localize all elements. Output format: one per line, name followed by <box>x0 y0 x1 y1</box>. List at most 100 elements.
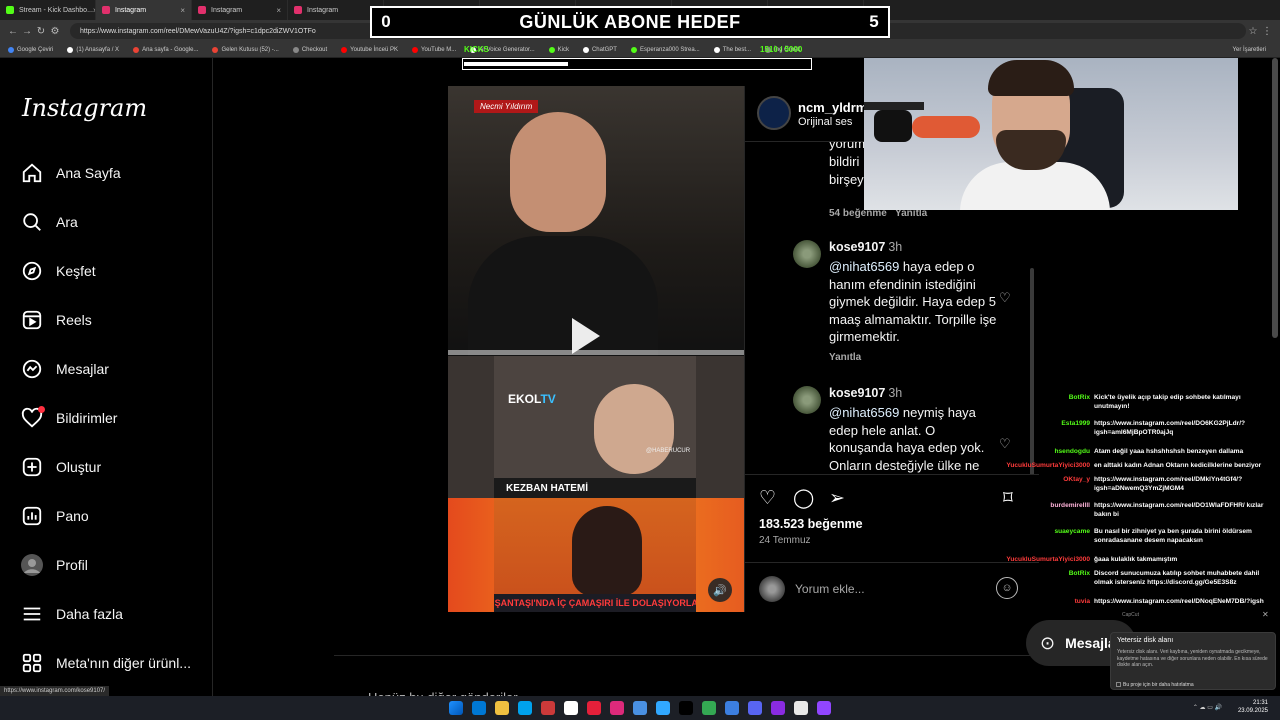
browser-tab[interactable]: Instagram × <box>96 0 192 20</box>
chat-username[interactable]: tuvia <box>990 598 1090 607</box>
sidebar-item-dashboard[interactable]: Pano <box>20 501 205 531</box>
comment-mention[interactable]: @nihat6569 <box>829 405 899 420</box>
windows-taskbar: ⌃ ☁ ▭ 🔊 21:31 23.09.2025 <box>0 696 1280 720</box>
video-name-badge: Necmi Yıldırım <box>474 100 539 113</box>
chat-text: https://www.instagram.com/reel/DO1WIaFDF… <box>1094 502 1264 518</box>
chat-text: https://www.instagram.com/reel/DNoqENeM7… <box>1094 598 1264 605</box>
author-username[interactable]: ncm_yldrm <box>798 100 867 115</box>
comment-avatar[interactable] <box>793 386 821 414</box>
play-icon[interactable] <box>572 318 600 354</box>
like-icon[interactable]: ♡ <box>759 487 776 510</box>
volume-icon[interactable]: 🔊 <box>708 578 732 602</box>
stream-chat-overlay: BotRix Kick'te üyelik açıp takip edip soh… <box>990 394 1280 626</box>
taskbar-app-icon[interactable] <box>771 701 785 715</box>
bookmark-item[interactable]: (1) Anasayfa / X <box>67 46 119 53</box>
sidebar-item-meta[interactable]: Meta'nın diğer ürünl... <box>20 648 205 678</box>
browser-tab[interactable]: Instagram × <box>192 0 288 20</box>
sidebar-item-notifications[interactable]: Bildirimler <box>20 403 205 433</box>
comment-avatar[interactable] <box>793 240 821 268</box>
star-icon[interactable]: ☆ <box>1246 26 1260 37</box>
chat-username[interactable]: YucukluSumurtaYiyici3000 <box>990 556 1090 565</box>
taskbar-app-icon[interactable] <box>633 701 647 715</box>
chat-username[interactable]: OKtay_y <box>990 476 1090 485</box>
start-icon[interactable] <box>449 701 463 715</box>
system-tray[interactable]: ⌃ ☁ ▭ 🔊 <box>1193 704 1222 711</box>
taskbar-app-icon[interactable] <box>495 701 509 715</box>
all-bookmarks[interactable]: Yer İşaretleri <box>1233 47 1266 53</box>
browser-tab[interactable]: Stream - Kick Dashbo...× <box>0 0 96 20</box>
prev-comment-line: bildiri <box>829 154 860 169</box>
taskbar-app-icon[interactable] <box>702 701 716 715</box>
bookmark-item[interactable]: Ana sayfa - Google... <box>133 46 198 53</box>
bookmark-icon <box>133 46 140 53</box>
taskbar-app-icon[interactable] <box>656 701 670 715</box>
taskbar-app-icon[interactable] <box>541 701 555 715</box>
toast-close-icon[interactable]: ✕ <box>1262 610 1269 619</box>
tab-close-icon[interactable]: × <box>276 6 281 15</box>
page-scrollbar[interactable] <box>1272 58 1278 338</box>
taskbar-app-icon[interactable] <box>817 701 831 715</box>
sidebar-item-messages[interactable]: Mesajlar <box>20 354 205 384</box>
audio-label[interactable]: Orijinal ses <box>798 116 852 128</box>
likes-count[interactable]: 183.523 beğenme <box>759 517 863 531</box>
menu-icon[interactable]: ⋮ <box>1260 26 1274 37</box>
reel-video[interactable]: Necmi Yıldırım EKOLTV @HABERUCUR KEZBAN … <box>448 86 744 612</box>
chat-username[interactable]: Esta1999 <box>990 420 1090 429</box>
back-icon[interactable]: ← <box>6 26 20 37</box>
instagram-logo[interactable]: Instagram <box>22 94 147 122</box>
chat-username[interactable]: YucukluSumurtaYiyici3000 <box>990 462 1090 471</box>
sidebar-item-profile[interactable]: Profil <box>20 550 205 580</box>
toast-checkbox-label[interactable]: Bu proje için bir daha hatırlatma <box>1123 682 1194 688</box>
comment-username[interactable]: kose9107 3h <box>829 240 902 254</box>
bookmark-item[interactable]: Checkout <box>292 46 328 53</box>
sidebar-item-home[interactable]: Ana Sayfa <box>20 158 205 188</box>
comment-user[interactable]: kose9107 <box>829 240 885 254</box>
comment-like-icon[interactable]: ♡ <box>999 290 1011 306</box>
tab-close-icon[interactable]: × <box>180 6 185 15</box>
reload-icon[interactable]: ↻ <box>34 26 48 37</box>
taskbar-app-icon[interactable] <box>564 701 578 715</box>
chat-username[interactable]: BotRix <box>990 570 1090 579</box>
comment-username[interactable]: kose9107 3h <box>829 386 902 400</box>
video-frame-bottom: NİŞANTAŞI'NDA İÇ ÇAMAŞIRI İLE DOLAŞIYORL… <box>448 498 744 612</box>
sidebar-item-explore[interactable]: Keşfet <box>20 256 205 286</box>
sidebar-item-more[interactable]: Daha fazla <box>20 599 205 629</box>
share-icon[interactable]: ➢ <box>829 487 845 510</box>
taskbar-app-icon[interactable] <box>472 701 486 715</box>
bookmark-item[interactable]: Gelen Kutusu (52) -... <box>212 46 279 53</box>
bookmark-item[interactable]: YouTube M... <box>412 46 456 53</box>
comment-time: 3h <box>888 240 903 254</box>
taskbar-clock[interactable]: 21:31 23.09.2025 <box>1238 699 1268 715</box>
chat-username[interactable]: suaeycame <box>990 528 1090 537</box>
site-info-icon[interactable]: ⚙ <box>48 26 62 37</box>
bookmark-item[interactable]: Youtube İnceü PK <box>341 46 398 53</box>
bookmark-item[interactable]: Google Çeviri <box>8 46 53 53</box>
taskbar-app-icon[interactable] <box>748 701 762 715</box>
taskbar-app-icon[interactable] <box>725 701 739 715</box>
sidebar-item-create[interactable]: Oluştur <box>20 452 205 482</box>
chat-username[interactable]: BotRix <box>990 394 1090 403</box>
taskbar-app-icon[interactable] <box>679 701 693 715</box>
taskbar-app-icon[interactable] <box>794 701 808 715</box>
chat-message: BotRix Kick'te üyelik açıp takip edip soh… <box>990 394 1280 410</box>
taskbar-app-icon[interactable] <box>610 701 624 715</box>
comment-reply[interactable]: Yanıtla <box>829 352 861 363</box>
bookmark-icon <box>292 46 299 53</box>
sidebar-item-search[interactable]: Ara <box>20 207 205 237</box>
comment-icon[interactable]: ◯ <box>793 487 814 510</box>
reels-icon <box>20 308 44 332</box>
sidebar-item-reels[interactable]: Reels <box>20 305 205 335</box>
notification-dot <box>38 406 45 413</box>
bookmark-label: Checkout <box>301 46 328 53</box>
comment-input[interactable] <box>795 579 985 599</box>
forward-icon[interactable]: → <box>20 26 34 37</box>
taskbar-app-icon[interactable] <box>587 701 601 715</box>
author-avatar[interactable] <box>757 96 791 130</box>
taskbar-app-icon[interactable] <box>518 701 532 715</box>
comment-mention[interactable]: @nihat6569 <box>829 259 899 274</box>
chat-message: tuvia https://www.instagram.com/reel/DNoq… <box>990 598 1280 607</box>
comment-user[interactable]: kose9107 <box>829 386 885 400</box>
chat-username[interactable]: burdemirellll <box>990 502 1090 511</box>
toast-checkbox[interactable] <box>1116 682 1121 687</box>
chat-username[interactable]: hsendogdu <box>990 448 1090 457</box>
